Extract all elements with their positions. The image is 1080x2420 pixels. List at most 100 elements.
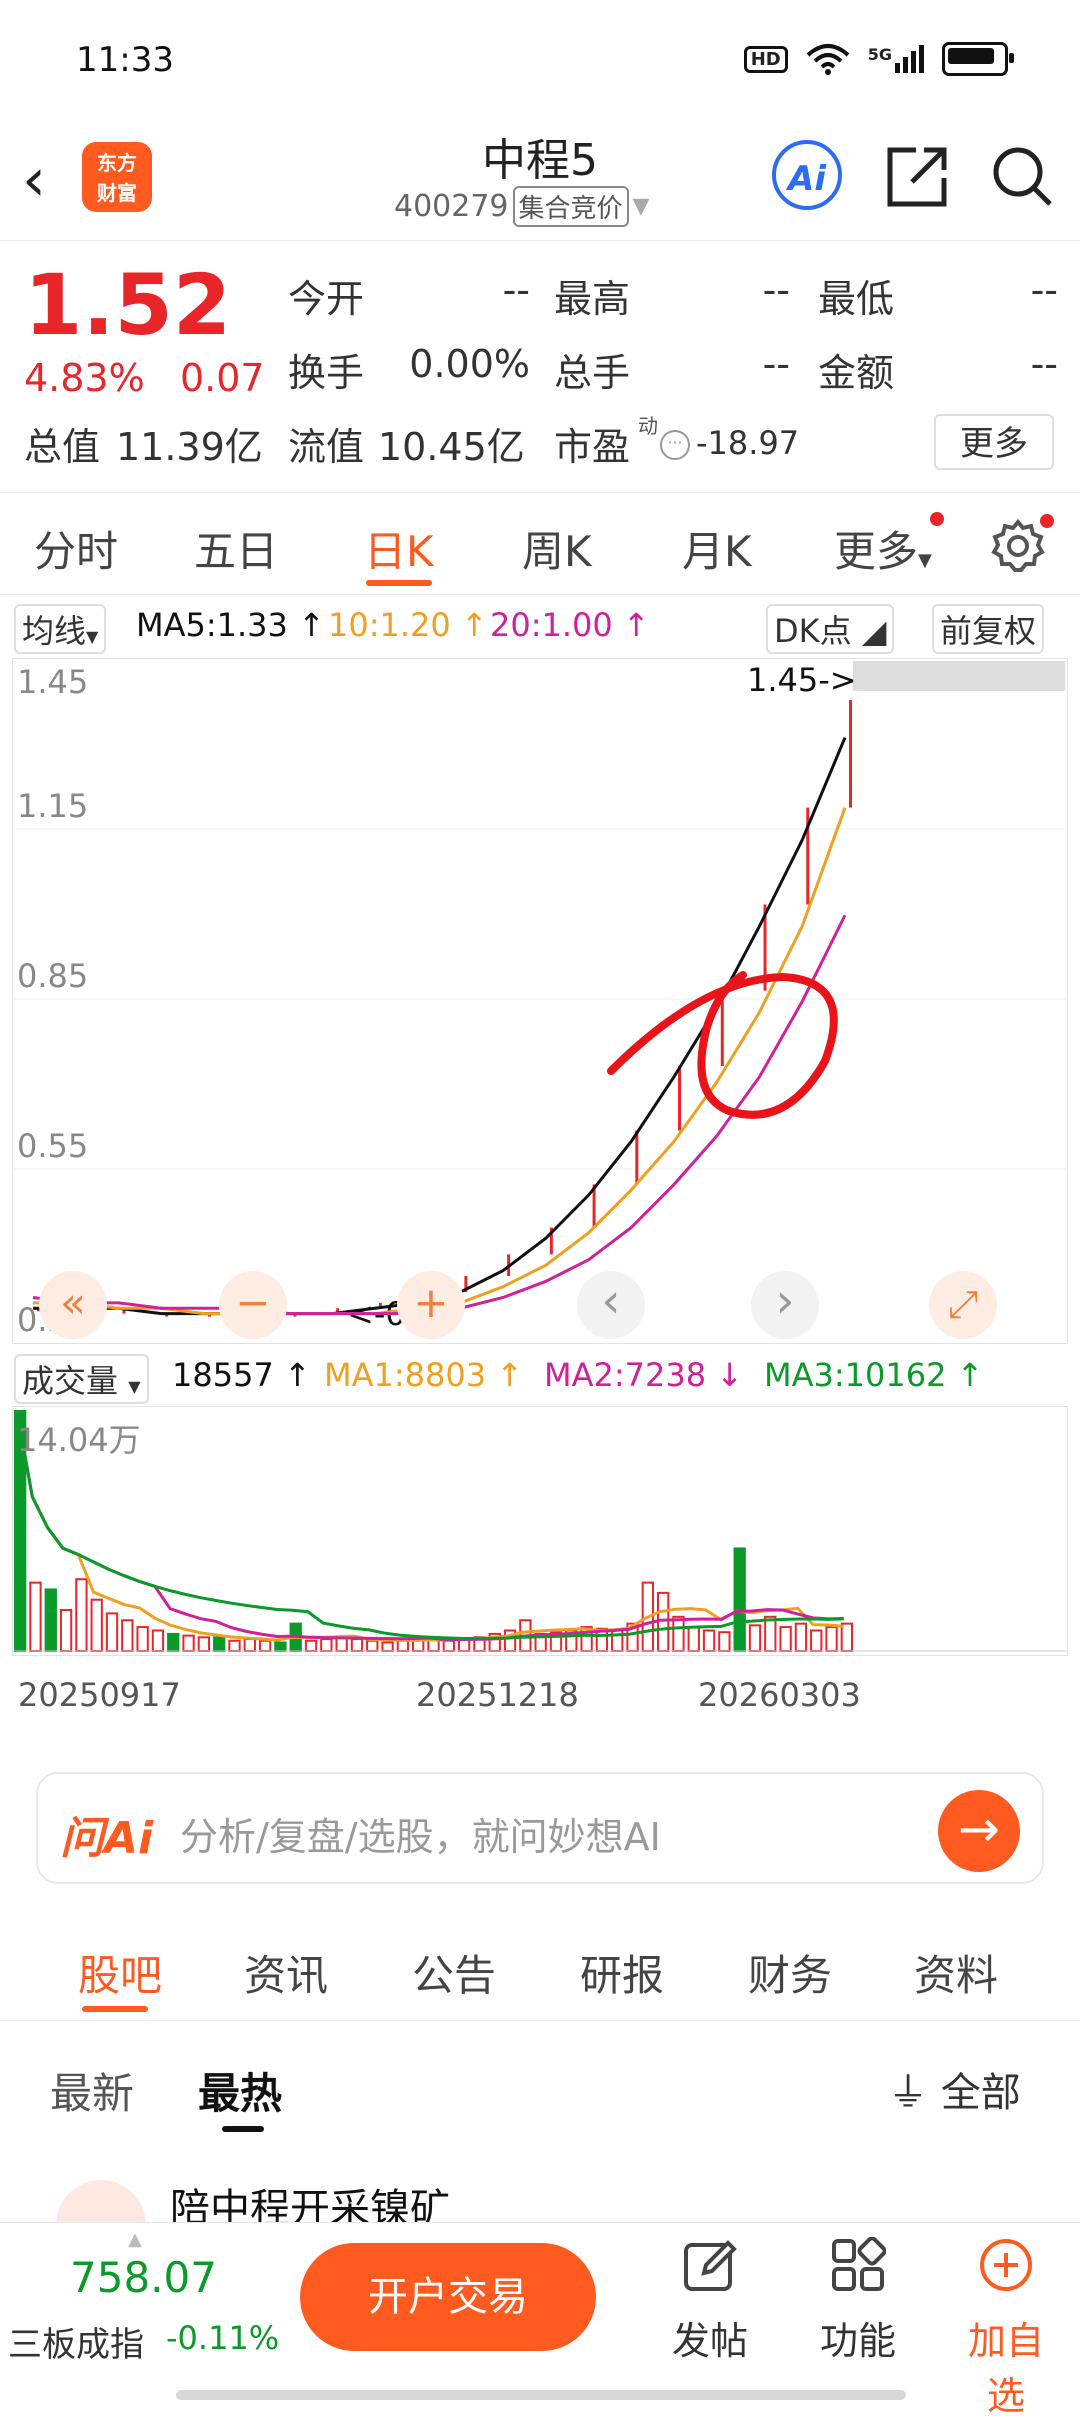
quote-panel: 1.52 4.83% 0.07 今开 -- 最高 -- 最低 -- 换手 0.0…: [0, 242, 1080, 493]
tab-announcements[interactable]: 公告: [412, 1942, 496, 2003]
ma-indicator-row: 均线▼ MA5:1.33 ↑ 10:1.20 ↑ 20:1.00 ↑ DK点 ◢…: [0, 600, 1080, 656]
index-name[interactable]: 三板成指: [8, 2317, 144, 2366]
ai-input-placeholder[interactable]: 分析/复盘/选股，就问妙想AI: [180, 1806, 661, 1861]
filter-button[interactable]: ⏚ 全部: [888, 2060, 1021, 2118]
auction-badge: 集合竞价: [512, 186, 629, 227]
battery-icon: [942, 42, 1014, 76]
vol-ma3: MA3:10162 ↑: [764, 1356, 984, 1394]
volume-svg: 14.04万: [13, 1410, 1067, 1653]
settings-icon[interactable]: [990, 518, 1046, 574]
ai-button[interactable]: Ai: [772, 140, 842, 210]
volume-ma-group: [15, 1410, 844, 1642]
tab-finance[interactable]: 财务: [748, 1942, 832, 2003]
kline-chart[interactable]: 1.45 1.15 0.85 0.55 0.25 1.45-> <-0.25 «…: [12, 658, 1068, 1344]
tab-guba[interactable]: 股吧: [78, 1942, 162, 2003]
dk-point-button[interactable]: DK点 ◢: [766, 604, 895, 654]
volume-indicator-row: 成交量 ▼ 18557 ↑ MA1:8803 ↑ MA2:7238 ↓ MA3:…: [0, 1350, 1080, 1406]
volume-bar: [197, 1636, 211, 1652]
status-bar: 11:33 HD 5G: [0, 0, 1080, 120]
prev-button[interactable]: ‹: [577, 1271, 645, 1339]
status-icons: HD 5G: [743, 42, 1014, 76]
tab-hottest[interactable]: 最热: [198, 2060, 282, 2121]
add-watchlist-button[interactable]: 加自选: [956, 2237, 1056, 2420]
stock-header: ‹ 东方 财富 中程5 400279 集合竞价 ▼ Ai: [0, 120, 1080, 241]
arrow-right-icon[interactable]: →: [938, 1790, 1020, 1872]
volume-bar: [167, 1632, 180, 1652]
ma-selector[interactable]: 均线▼: [14, 604, 107, 654]
tab-monthly-k[interactable]: 月K: [682, 518, 752, 579]
open-value: --: [502, 268, 530, 312]
candle: [849, 699, 852, 808]
tab-latest[interactable]: 最新: [50, 2060, 134, 2121]
index-change: -0.11%: [166, 2319, 280, 2357]
plus-circle-icon: [980, 2239, 1032, 2291]
change-percent: 4.83%: [24, 356, 145, 400]
more-dot: [930, 512, 944, 526]
tab-weekly-k[interactable]: 周K: [522, 518, 592, 579]
volume-bar: [59, 1608, 73, 1653]
x-tick-label: 20250917: [18, 1676, 181, 1714]
volume-bar: [213, 1636, 226, 1652]
stock-code-row[interactable]: 400279 集合竞价 ▼: [394, 186, 649, 227]
low-label: 最低: [818, 277, 895, 321]
volume-bar: [396, 1639, 410, 1653]
rewind-button[interactable]: «: [39, 1271, 107, 1339]
volume-value: 18557 ↑: [172, 1356, 311, 1394]
tab-profile[interactable]: 资料: [914, 1942, 998, 2003]
zoom-in-button[interactable]: +: [397, 1271, 465, 1339]
tab-news[interactable]: 资讯: [244, 1942, 328, 2003]
float-cap-label: 流值: [288, 425, 365, 469]
change-amount: 0.07: [180, 356, 265, 400]
zoom-out-button[interactable]: −: [219, 1271, 287, 1339]
market-cap-value: 11.39亿: [116, 425, 263, 469]
volume-chart[interactable]: 14.04万: [12, 1406, 1068, 1656]
post-button[interactable]: 发帖: [660, 2237, 760, 2365]
volume-bar: [29, 1581, 42, 1652]
open-account-button[interactable]: 开户交易: [300, 2243, 596, 2351]
candle: [678, 1065, 682, 1131]
volume-label: 总手: [554, 351, 631, 395]
amount-value: --: [1030, 342, 1058, 386]
tab-research[interactable]: 研报: [580, 1942, 664, 2003]
more-quote-button[interactable]: 更多: [934, 414, 1054, 470]
volume-bar: [794, 1622, 808, 1652]
ma10-value: 10:1.20 ↑: [328, 606, 488, 644]
pe-dynamic-mark: 动: [638, 414, 658, 438]
volume-ma-line: [15, 1410, 844, 1642]
volume-bar: [687, 1626, 700, 1652]
next-button[interactable]: ›: [751, 1271, 819, 1339]
signal-icon: 5G: [868, 45, 924, 73]
functions-button[interactable]: 功能: [808, 2236, 908, 2365]
dropdown-icon: ▼: [632, 194, 650, 219]
volume-bar: [748, 1624, 762, 1653]
filter-icon: ⏚: [888, 2070, 928, 2116]
volume-bar: [702, 1629, 716, 1653]
bottom-action-bar: ▲ 758.07 三板成指 -0.11% 开户交易 发帖 功能 加自选: [0, 2222, 1080, 2418]
index-value[interactable]: 758.07: [70, 2253, 217, 2302]
volume-bar: [121, 1619, 134, 1653]
volume-bar: [779, 1626, 792, 1652]
expand-icon[interactable]: ⤢: [929, 1271, 997, 1339]
market-cap-label: 总值: [24, 425, 101, 469]
x-tick-label: 20251218: [416, 1676, 579, 1714]
y-tick-label: 1.45: [17, 663, 88, 701]
volume-max-label: 14.04万: [17, 1421, 141, 1459]
content-tabs: 股吧 资讯 公告 研报 财务 资料: [0, 1910, 1080, 2021]
high-label: 最高: [554, 277, 631, 321]
open-label: 今开: [288, 277, 365, 321]
turnover-label: 换手: [288, 351, 365, 395]
search-icon[interactable]: [990, 144, 1054, 208]
tab-five-day[interactable]: 五日: [194, 518, 278, 579]
share-icon[interactable]: [886, 142, 948, 208]
adjust-button[interactable]: 前复权: [932, 604, 1045, 654]
high-marker: 1.45->: [747, 661, 857, 699]
tab-underline: [366, 580, 432, 586]
ai-ask-bar[interactable]: 问Ai 分析/复盘/选股，就问妙想AI →: [36, 1772, 1044, 1884]
volume-bar: [274, 1641, 287, 1652]
volume-selector[interactable]: 成交量 ▼: [14, 1354, 149, 1404]
candle: [635, 1130, 639, 1185]
info-icon[interactable]: ···: [660, 430, 690, 460]
tab-intraday[interactable]: 分时: [34, 518, 118, 579]
tab-more[interactable]: 更多▼: [834, 518, 932, 579]
tab-daily-k[interactable]: 日K: [364, 518, 434, 579]
